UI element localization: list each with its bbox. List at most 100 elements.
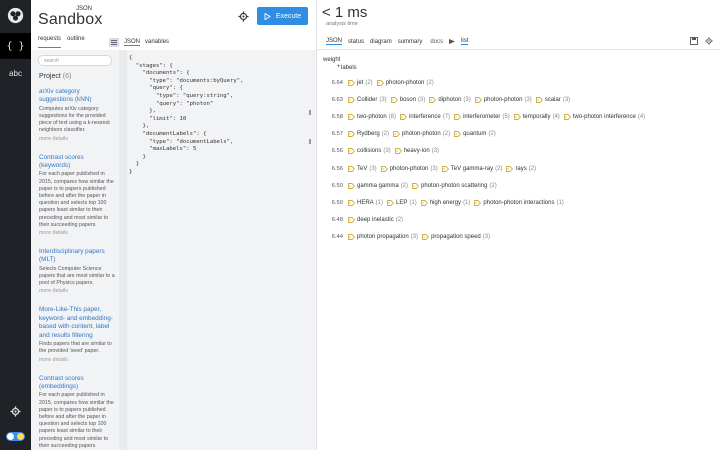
more-details-link[interactable]: more details	[39, 288, 115, 295]
result-row[interactable]: 6.58 two-photon (8) interference (7) interfer…	[323, 108, 713, 125]
more-details-link[interactable]: more details	[39, 136, 115, 143]
label-tag[interactable]: two-photon interference (4)	[563, 114, 645, 120]
result-row[interactable]: 6.64 jet (2) photon-photon (2)	[323, 74, 713, 91]
editor-tabs: JSON variables	[109, 36, 169, 48]
brand-name: Sandbox	[38, 11, 103, 28]
request-title[interactable]: Interdisciplinary papers (MLT)	[39, 248, 115, 265]
label-text: gamma gamma	[357, 182, 399, 189]
sun-icon	[17, 433, 24, 440]
label-tag[interactable]: propagation speed (3)	[422, 234, 490, 240]
label-tag[interactable]: photon propagation (3)	[348, 234, 418, 240]
tab-status[interactable]: status	[348, 39, 364, 45]
label-tag[interactable]: TeV gamma-ray (2)	[441, 165, 503, 172]
code-line: "documentLabels": {	[129, 130, 207, 137]
request-title[interactable]: More-Like-This paper, keyword- and embed…	[39, 306, 115, 340]
settings-gear-icon[interactable]	[10, 406, 21, 417]
tag-icon	[400, 114, 408, 120]
project-count: (6)	[62, 73, 72, 80]
request-title[interactable]: arXiv category suggestions (kNN)	[39, 88, 115, 105]
code-line: "type": "query:string",	[129, 92, 234, 99]
label-tag[interactable]: photon-photon (3)	[474, 97, 532, 103]
rail-abc-button[interactable]: abc	[0, 60, 31, 86]
tag-icon	[380, 165, 388, 172]
label-tag[interactable]: photon-photon (3)	[380, 165, 438, 172]
label-tag[interactable]: photon-photon interactions (1)	[474, 200, 564, 206]
analysis-time-label: analysis time	[326, 21, 358, 27]
label-count: (2)	[495, 165, 503, 172]
request-desc: For each paper published in 2015, compar…	[39, 392, 114, 449]
tab-result-json[interactable]: JSON	[326, 38, 343, 45]
label-tag[interactable]: collisions (3)	[348, 148, 391, 154]
theme-toggle[interactable]	[6, 432, 25, 441]
result-row[interactable]: 6.56 collisions (3) heavy-ion (3)	[323, 143, 713, 160]
result-settings-gear-icon[interactable]	[705, 37, 713, 45]
label-tag[interactable]: boson (3)	[390, 97, 425, 103]
result-row[interactable]: 6.50 gamma gamma (2) photon-photon scatteri…	[323, 177, 713, 194]
rail-json-button[interactable]: { }	[0, 33, 31, 59]
tab-diagram[interactable]: diagram	[370, 39, 392, 45]
tag-icon	[535, 96, 543, 103]
tab-json[interactable]: JSON	[124, 39, 141, 46]
tab-outline[interactable]: outline	[67, 36, 85, 48]
label-tag[interactable]: photon-photon (2)	[393, 131, 450, 137]
result-row[interactable]: 6.48 deep inelastic (2)	[323, 212, 713, 229]
label-count: (2)	[365, 79, 373, 86]
label-tag[interactable]: scalar (3)	[535, 96, 570, 103]
label-tag[interactable]: HERA (1)	[348, 200, 383, 206]
code-line: "type": "documents:byQuery",	[129, 77, 244, 84]
result-row[interactable]: 6.56 TeV (3) photon-photon (3) TeV gamma-ray(…	[323, 160, 713, 177]
label-tag[interactable]: photon-photon scattering (2)	[412, 183, 497, 189]
request-card[interactable]: Contrast scores (keywords) For each pape…	[39, 154, 115, 237]
execute-button[interactable]: Execute	[257, 7, 308, 25]
label-tag[interactable]: jet (2)	[348, 80, 373, 86]
label-tag[interactable]: interference (7)	[400, 114, 450, 120]
label-tag[interactable]: Collider (3)	[348, 97, 387, 103]
more-details-link[interactable]: more details	[39, 230, 115, 237]
tag-icon	[348, 131, 355, 138]
tab-requests[interactable]: requests	[38, 36, 62, 48]
labels-column-header[interactable]: labels	[341, 65, 357, 71]
label-tag[interactable]: TeV (3)	[348, 166, 377, 172]
request-card[interactable]: More-Like-This paper, keyword- and embed…	[39, 306, 115, 363]
request-title[interactable]: Contrast scores (embeddings)	[39, 375, 115, 392]
request-card[interactable]: Interdisciplinary papers (MLT) Selects C…	[39, 248, 115, 295]
label-tag[interactable]: photon-photon (2)	[376, 80, 434, 86]
weight-column-header[interactable]: weight	[323, 57, 340, 63]
label-tag[interactable]: deep inelastic (2)	[348, 217, 403, 223]
label-tag[interactable]: rays (2)	[506, 166, 536, 172]
tag-icon	[348, 114, 355, 120]
json-editor[interactable]: { "stages": { "documents": { "type": "do…	[119, 50, 316, 450]
label-text: propagation speed	[431, 234, 481, 241]
options-gear-icon[interactable]	[238, 11, 249, 22]
label-tag[interactable]: heavy-ion (3)	[394, 148, 439, 154]
label-tag[interactable]: quantum (2)	[454, 131, 496, 137]
panel-divider[interactable]	[316, 0, 317, 450]
request-card[interactable]: arXiv category suggestions (kNN) Compute…	[39, 88, 115, 143]
layout-grid-icon[interactable]	[109, 37, 119, 47]
label-tag[interactable]: two-photon (8)	[348, 114, 396, 120]
save-icon[interactable]	[690, 37, 698, 45]
result-row[interactable]: 6.57 Rydberg (2) photon-photon (2) quantum (2)	[323, 126, 713, 143]
label-count: (2)	[442, 131, 451, 138]
tab-list[interactable]: list	[461, 38, 469, 45]
expand-plus-icon[interactable]: +	[337, 64, 341, 70]
label-tag[interactable]: gamma gamma (2)	[348, 183, 408, 189]
search-input[interactable]: search	[38, 55, 112, 66]
label-tag[interactable]: interferometer (5)	[454, 114, 510, 120]
more-details-link[interactable]: more details	[39, 357, 115, 364]
result-row[interactable]: 6.50 HERA (1) LEP (1) high energy (1) photon-ph…	[323, 194, 713, 211]
tab-summary[interactable]: summary	[398, 39, 423, 45]
label-count: (2)	[488, 131, 496, 138]
label-tag[interactable]: Rydberg (2)	[348, 131, 389, 137]
tab-variables[interactable]: variables	[145, 39, 169, 45]
request-card[interactable]: Contrast scores (embeddings) For each pa…	[39, 375, 115, 450]
label-tag[interactable]: high energy (1)	[420, 200, 470, 206]
code-area[interactable]: { "stages": { "documents": { "type": "do…	[129, 55, 244, 177]
result-row[interactable]: 6.44 photon propagation (3) propagation spe…	[323, 229, 713, 246]
sidebar-tabs: requests outline	[38, 36, 85, 48]
request-title[interactable]: Contrast scores (keywords)	[39, 154, 115, 171]
label-tag[interactable]: diphoton (3)	[429, 97, 471, 103]
label-tag[interactable]: temporally (4)	[513, 114, 560, 120]
result-row[interactable]: 6.63 Collider (3) boson (3) diphoton (3) photon…	[323, 91, 713, 108]
label-tag[interactable]: LEP (1)	[387, 200, 417, 206]
